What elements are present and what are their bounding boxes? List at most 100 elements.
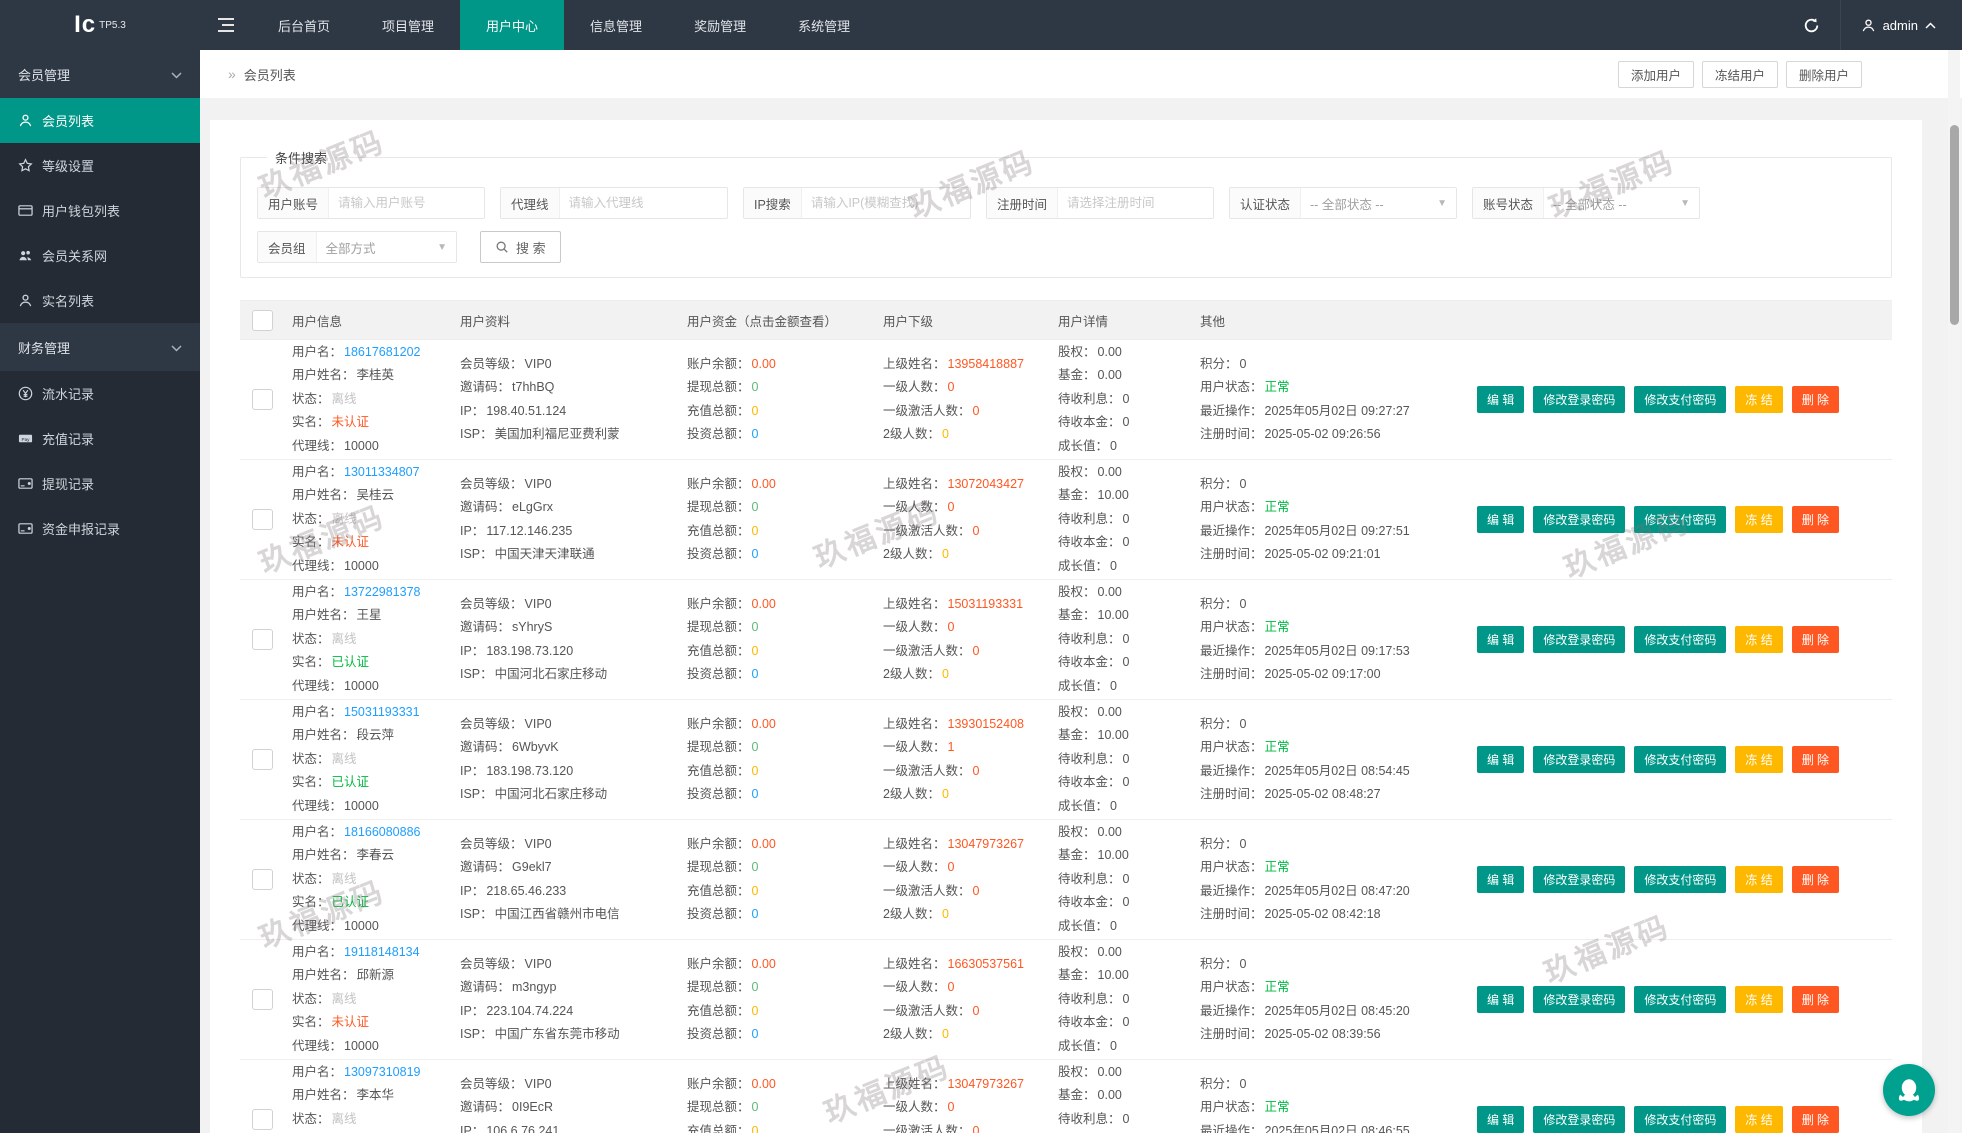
field-value-withdraw[interactable]: 0 bbox=[752, 1100, 759, 1114]
edit-button[interactable]: 编 辑 bbox=[1477, 866, 1525, 893]
change-pay-password-button[interactable]: 修改支付密码 bbox=[1634, 866, 1727, 893]
change-login-password-button[interactable]: 修改登录密码 bbox=[1533, 626, 1626, 653]
change-login-password-button[interactable]: 修改登录密码 bbox=[1533, 746, 1626, 773]
delete-user-button[interactable]: 删除用户 bbox=[1785, 60, 1862, 88]
field-value-username[interactable]: 15031193331 bbox=[344, 705, 420, 719]
field-value-withdraw[interactable]: 0 bbox=[752, 620, 759, 634]
select-all-checkbox[interactable] bbox=[251, 309, 273, 331]
field-value-recharge[interactable]: 0 bbox=[752, 1004, 759, 1018]
sidebar-item-会员列表[interactable]: 会员列表 bbox=[0, 98, 200, 143]
delete-button[interactable]: 删 除 bbox=[1791, 866, 1840, 893]
field-value-username[interactable]: 19118148134 bbox=[344, 945, 420, 959]
field-value-username[interactable]: 13011334807 bbox=[344, 465, 420, 479]
row-checkbox[interactable] bbox=[251, 989, 273, 1010]
freeze-button[interactable]: 冻 结 bbox=[1735, 1106, 1783, 1133]
sidebar-item-会员关系网[interactable]: 会员关系网 bbox=[0, 233, 200, 278]
filter-auth-status-select[interactable]: -- 全部状态 -- ▼ bbox=[1301, 188, 1456, 218]
nav-item-3[interactable]: 信息管理 bbox=[564, 0, 668, 50]
row-checkbox[interactable] bbox=[251, 389, 273, 410]
change-login-password-button[interactable]: 修改登录密码 bbox=[1533, 986, 1626, 1013]
field-value-recharge[interactable]: 0 bbox=[752, 1124, 759, 1133]
field-value-recharge[interactable]: 0 bbox=[752, 524, 759, 538]
filter-account-input[interactable] bbox=[329, 188, 484, 218]
row-checkbox[interactable] bbox=[251, 1109, 273, 1130]
nav-item-2[interactable]: 用户中心 bbox=[460, 0, 565, 50]
freeze-button[interactable]: 冻 结 bbox=[1735, 626, 1783, 653]
field-value-balance[interactable]: 0.00 bbox=[752, 837, 776, 851]
sidebar-item-实名列表[interactable]: 实名列表 bbox=[0, 278, 200, 323]
delete-button[interactable]: 删 除 bbox=[1791, 506, 1840, 533]
filter-account-status-select[interactable]: -- 全部状态 -- ▼ bbox=[1544, 188, 1699, 218]
field-value-invest[interactable]: 0 bbox=[752, 667, 759, 681]
field-value-username[interactable]: 13722981378 bbox=[344, 585, 420, 599]
sidebar-group-1[interactable]: 财务管理 bbox=[0, 323, 200, 371]
freeze-button[interactable]: 冻 结 bbox=[1735, 986, 1783, 1013]
freeze-button[interactable]: 冻 结 bbox=[1735, 866, 1783, 893]
nav-item-5[interactable]: 系统管理 bbox=[772, 0, 876, 50]
field-value-balance[interactable]: 0.00 bbox=[752, 957, 776, 971]
change-pay-password-button[interactable]: 修改支付密码 bbox=[1634, 1106, 1727, 1133]
change-login-password-button[interactable]: 修改登录密码 bbox=[1533, 386, 1626, 413]
nav-item-0[interactable]: 后台首页 bbox=[252, 0, 356, 50]
freeze-button[interactable]: 冻 结 bbox=[1735, 386, 1783, 413]
change-pay-password-button[interactable]: 修改支付密码 bbox=[1634, 506, 1727, 533]
edit-button[interactable]: 编 辑 bbox=[1477, 506, 1525, 533]
customer-service-button[interactable] bbox=[1883, 1064, 1935, 1116]
delete-button[interactable]: 删 除 bbox=[1791, 626, 1840, 653]
sidebar-item-资金申报记录[interactable]: 资金申报记录 bbox=[0, 506, 200, 551]
delete-button[interactable]: 删 除 bbox=[1791, 386, 1840, 413]
scrollbar-thumb[interactable] bbox=[1950, 125, 1959, 325]
field-value-invest[interactable]: 0 bbox=[752, 427, 759, 441]
sidebar-item-等级设置[interactable]: 等级设置 bbox=[0, 143, 200, 188]
field-value-withdraw[interactable]: 0 bbox=[752, 740, 759, 754]
row-checkbox[interactable] bbox=[251, 869, 273, 890]
change-pay-password-button[interactable]: 修改支付密码 bbox=[1634, 746, 1727, 773]
sidebar-item-流水记录[interactable]: 流水记录 bbox=[0, 371, 200, 416]
field-value-balance[interactable]: 0.00 bbox=[752, 357, 776, 371]
field-value-balance[interactable]: 0.00 bbox=[752, 1077, 776, 1091]
freeze-user-button[interactable]: 冻结用户 bbox=[1701, 60, 1778, 88]
field-value-balance[interactable]: 0.00 bbox=[752, 717, 776, 731]
field-value-recharge[interactable]: 0 bbox=[752, 404, 759, 418]
delete-button[interactable]: 删 除 bbox=[1791, 746, 1840, 773]
change-pay-password-button[interactable]: 修改支付密码 bbox=[1634, 626, 1727, 653]
field-value-username[interactable]: 18617681202 bbox=[344, 345, 420, 359]
field-value-recharge[interactable]: 0 bbox=[752, 884, 759, 898]
search-button[interactable]: 搜 索 bbox=[480, 231, 561, 263]
change-pay-password-button[interactable]: 修改支付密码 bbox=[1634, 986, 1727, 1013]
row-checkbox[interactable] bbox=[251, 629, 273, 650]
field-value-withdraw[interactable]: 0 bbox=[752, 380, 759, 394]
edit-button[interactable]: 编 辑 bbox=[1477, 986, 1525, 1013]
sidebar-group-0[interactable]: 会员管理 bbox=[0, 50, 200, 98]
edit-button[interactable]: 编 辑 bbox=[1477, 746, 1525, 773]
filter-reg-time-input[interactable] bbox=[1058, 188, 1213, 218]
filter-member-group-select[interactable]: 全部方式 ▼ bbox=[317, 232, 456, 262]
add-user-button[interactable]: 添加用户 bbox=[1617, 60, 1694, 88]
sidebar-item-充值记录[interactable]: Pay 充值记录 bbox=[0, 416, 200, 461]
field-value-invest[interactable]: 0 bbox=[752, 547, 759, 561]
field-value-username[interactable]: 18166080886 bbox=[344, 825, 420, 839]
nav-item-1[interactable]: 项目管理 bbox=[356, 0, 460, 50]
menu-collapse-icon[interactable] bbox=[200, 0, 252, 50]
edit-button[interactable]: 编 辑 bbox=[1477, 386, 1525, 413]
account-menu[interactable]: admin bbox=[1839, 0, 1962, 50]
field-value-invest[interactable]: 0 bbox=[752, 907, 759, 921]
field-value-invest[interactable]: 0 bbox=[752, 1027, 759, 1041]
change-login-password-button[interactable]: 修改登录密码 bbox=[1533, 866, 1626, 893]
edit-button[interactable]: 编 辑 bbox=[1477, 1106, 1525, 1133]
row-checkbox[interactable] bbox=[251, 509, 273, 530]
refresh-icon[interactable] bbox=[1784, 0, 1840, 50]
change-login-password-button[interactable]: 修改登录密码 bbox=[1533, 506, 1626, 533]
change-login-password-button[interactable]: 修改登录密码 bbox=[1533, 1106, 1626, 1133]
field-value-withdraw[interactable]: 0 bbox=[752, 860, 759, 874]
sidebar-item-用户钱包列表[interactable]: 用户钱包列表 bbox=[0, 188, 200, 233]
filter-ip-input[interactable] bbox=[801, 188, 970, 218]
field-value-balance[interactable]: 0.00 bbox=[752, 597, 776, 611]
delete-button[interactable]: 删 除 bbox=[1791, 986, 1840, 1013]
field-value-invest[interactable]: 0 bbox=[752, 787, 759, 801]
field-value-username[interactable]: 13097310819 bbox=[344, 1065, 420, 1079]
freeze-button[interactable]: 冻 结 bbox=[1735, 506, 1783, 533]
nav-item-4[interactable]: 奖励管理 bbox=[668, 0, 772, 50]
filter-agent-line-input[interactable] bbox=[559, 188, 727, 218]
field-value-recharge[interactable]: 0 bbox=[752, 644, 759, 658]
